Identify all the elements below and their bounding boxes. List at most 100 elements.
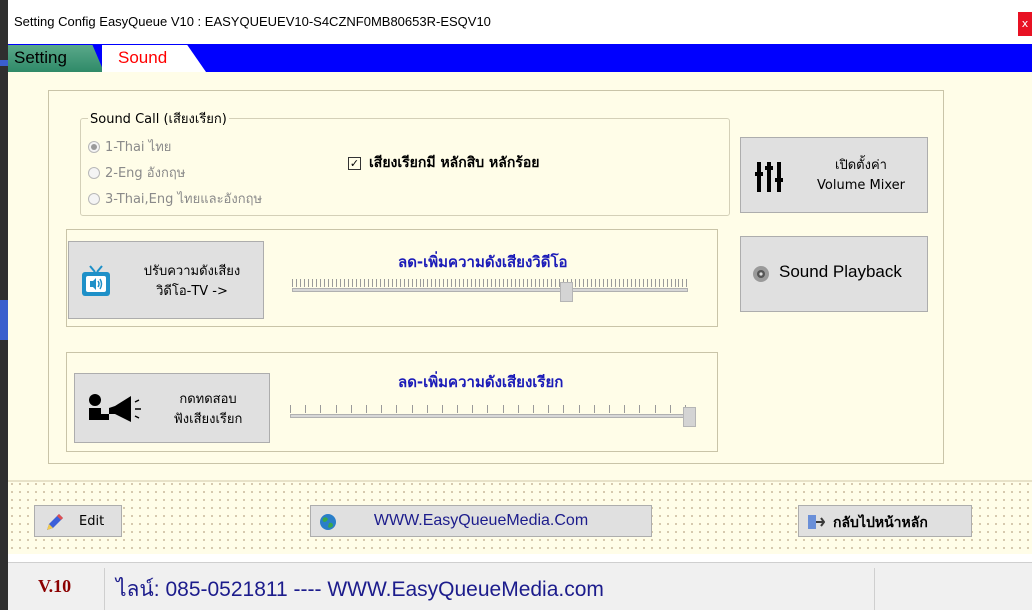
slider-tick <box>299 279 301 287</box>
slider-tick <box>347 279 349 287</box>
slider-tick <box>479 279 481 287</box>
slider-tick <box>499 279 501 287</box>
slider-tick <box>415 279 417 287</box>
slider-tick <box>290 405 291 413</box>
tab-setting[interactable]: Setting <box>8 45 104 72</box>
slider-tick <box>439 279 441 287</box>
slider-tick <box>371 279 373 287</box>
slider-tick <box>375 279 377 287</box>
slider-tick <box>419 279 421 287</box>
test-call-label-line2: ฟังเสียงเรียก <box>173 412 243 427</box>
radio-thai[interactable]: 1-Thai ไทย <box>88 136 171 157</box>
sound-playback-label: Sound Playback <box>779 262 902 281</box>
back-to-main-label: กลับไปหน้าหลัก <box>833 515 928 531</box>
edge-accent <box>0 300 8 340</box>
slider-tick <box>343 279 345 287</box>
slider-tick <box>311 279 313 287</box>
slider-tick <box>670 279 672 287</box>
slider-tick <box>503 279 505 287</box>
slider-tick <box>582 279 584 287</box>
volume-mixer-label-line2: Volume Mixer <box>817 178 905 193</box>
slider-tick <box>563 405 565 413</box>
checkbox-box: ✓ <box>348 156 361 170</box>
website-button[interactable]: WWW.EasyQueueMedia.Com <box>310 505 652 537</box>
slider-tick <box>381 405 383 413</box>
slider-tick <box>305 405 307 413</box>
slider-tick <box>654 405 656 413</box>
radio-thai-label: 1-Thai ไทย <box>105 140 172 155</box>
slider-tick <box>610 279 612 287</box>
edit-button[interactable]: Edit <box>34 505 122 537</box>
slider-tick <box>639 405 641 413</box>
megaphone-icon <box>89 394 141 422</box>
test-call-label-line1: กดทดสอบ <box>179 392 237 407</box>
slider-tick <box>533 405 534 413</box>
slider-tick <box>355 279 357 287</box>
slider-tick <box>495 279 497 287</box>
window-left-edge <box>0 0 8 610</box>
video-tv-volume-button[interactable]: ปรับความดังเสียง วิดีโอ-TV -> <box>68 241 264 319</box>
slider-tick <box>459 279 461 287</box>
speaker-icon <box>753 266 769 282</box>
slider-tick <box>634 279 636 287</box>
back-to-main-button[interactable]: กลับไปหน้าหลัก <box>798 505 972 537</box>
status-separator <box>104 568 105 610</box>
slider-tick <box>431 279 433 287</box>
slider-tick <box>451 279 453 287</box>
slider-tick <box>387 279 389 287</box>
tens-hundreds-checkbox[interactable]: ✓ เสียงเรียกมี หลักสิบ หลักร้อย <box>348 152 539 174</box>
slider-tick <box>403 279 405 287</box>
sound-call-legend: Sound Call (เสียงเรียก) <box>88 108 229 129</box>
divider <box>8 480 1032 482</box>
slider-tick <box>399 279 401 287</box>
slider-tick <box>578 279 580 287</box>
slider-tick <box>574 279 576 287</box>
slider-tick <box>315 279 317 287</box>
radio-eng[interactable]: 2-Eng อังกฤษ <box>88 162 185 183</box>
close-button[interactable]: x <box>1018 12 1032 36</box>
slider-tick <box>423 279 425 287</box>
slider-tick <box>608 405 610 413</box>
sound-playback-button[interactable]: Sound Playback <box>740 236 928 312</box>
video-volume-slider[interactable] <box>292 276 688 306</box>
slider-tick <box>339 279 341 287</box>
call-volume-slider[interactable] <box>290 400 696 430</box>
slider-tick <box>614 279 616 287</box>
slider-tick <box>523 279 525 287</box>
slider-tick <box>335 405 337 413</box>
slider-tick <box>662 279 664 287</box>
slider-tick <box>650 279 652 287</box>
slider-tick <box>292 279 293 287</box>
globe-icon <box>320 514 336 530</box>
slider-tick <box>602 279 604 287</box>
volume-mixer-label-line1: เปิดตั้งค่า <box>835 158 887 173</box>
slider-ticks <box>290 405 686 413</box>
slider-tick <box>606 279 608 287</box>
radio-thai-eng[interactable]: 3-Thai,Eng ไทยและอังกฤษ <box>88 188 262 209</box>
slider-tick <box>491 279 493 287</box>
slider-tick <box>554 279 556 287</box>
slider-tick <box>443 279 445 287</box>
slider-tick <box>548 405 550 413</box>
edge-accent <box>0 60 8 66</box>
slider-tick <box>331 279 333 287</box>
slider-tick <box>502 405 504 413</box>
slider-tick <box>666 279 668 287</box>
slider-tick <box>527 279 529 287</box>
slider-tick <box>407 279 409 287</box>
radio-eng-label: 2-Eng อังกฤษ <box>105 166 186 181</box>
slider-tick <box>447 279 449 287</box>
radio-dot-selected <box>88 140 100 153</box>
test-call-sound-button[interactable]: กดทดสอบ ฟังเสียงเรียก <box>74 373 270 443</box>
slider-tick <box>543 279 545 287</box>
slider-thumb[interactable] <box>683 407 696 427</box>
exit-door-icon <box>808 515 825 529</box>
volume-mixer-button[interactable]: เปิดตั้งค่า Volume Mixer <box>740 137 928 213</box>
slider-tick <box>483 279 485 287</box>
slider-tick <box>350 405 352 413</box>
slider-tick <box>594 279 596 287</box>
slider-tick <box>487 405 489 413</box>
slider-thumb[interactable] <box>560 282 573 302</box>
slider-tick <box>535 279 537 287</box>
slider-tick <box>531 279 533 287</box>
